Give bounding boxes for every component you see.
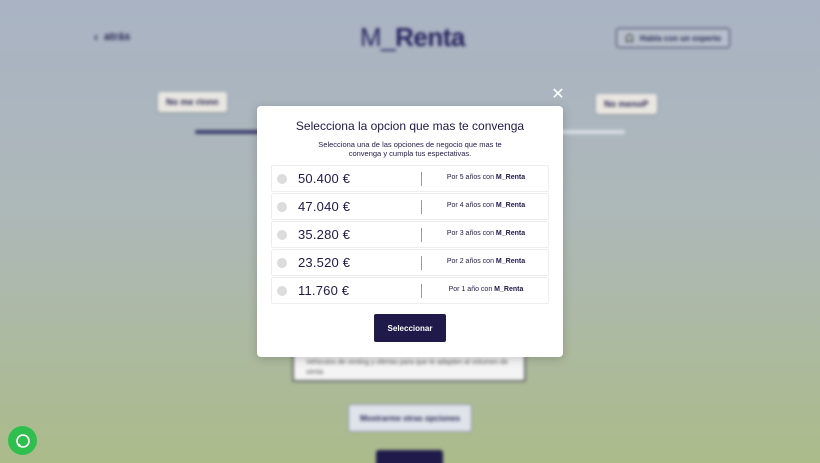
modal-title: Selecciona la opcion que mas te convenga [295,119,525,133]
radio-button[interactable] [277,258,287,268]
options-list: 50.400 € Por 5 años con M_Renta 47.040 €… [271,165,549,305]
radio-button[interactable] [277,230,287,240]
option-term: Por 4 años con M_Renta [422,202,550,209]
radio-button[interactable] [277,202,287,212]
option-price: 50.400 € [298,171,351,186]
option-term: Por 2 años con M_Renta [422,258,550,265]
option-term: Por 1 año con M_Renta [422,286,550,293]
option-term: Por 3 años con M_Renta [422,230,550,237]
radio-button[interactable] [277,174,287,184]
option-term: Por 5 años con M_Renta [422,174,550,181]
option-price: 23.520 € [298,255,351,270]
select-button[interactable]: Seleccionar [374,314,446,342]
option-term-text: Por 4 años con [446,202,494,209]
option-price: 11.760 € [298,283,350,298]
option-row[interactable]: 23.520 € Por 2 años con M_Renta [271,249,549,276]
option-brand: M_Renta [495,230,526,237]
next-button[interactable] [376,450,443,463]
option-brand: M_Renta [494,286,524,293]
more-options-button[interactable]: Mostrarme otras opciones [348,404,472,432]
logo-prefix: M [360,22,382,52]
option-term-text: Por 2 años con [446,258,494,265]
modal-subtitle: Selecciona una de las opciones de negoci… [318,140,502,158]
option-price: 47.040 € [298,199,351,214]
chevron-left-icon: ‹ [94,30,98,44]
progress-fill [195,130,265,134]
support-label: Habla con un experto [639,33,722,43]
headset-icon: 🎧 [624,33,635,43]
option-term-text: Por 5 años con [446,174,494,181]
option-brand: M_Renta [495,258,526,265]
close-icon[interactable]: ✕ [550,87,566,103]
option-price: 35.280 € [298,227,351,242]
option-term-text: Por 3 años con [446,230,494,237]
option-term-text: Por 1 año con [448,286,493,293]
option-row[interactable]: 35.280 € Por 3 años con M_Renta [271,221,549,248]
step-pill-left: No me rinnn [158,92,227,112]
back-link[interactable]: ‹ atrás [94,30,130,44]
whatsapp-icon [15,433,30,448]
logo-name: Renta [395,22,465,52]
support-button[interactable]: 🎧 Habla con un experto [616,28,730,48]
option-brand: M_Renta [495,202,526,209]
whatsapp-button[interactable] [8,426,37,455]
option-row[interactable]: 50.400 € Por 5 años con M_Renta [271,165,549,192]
logo: M_Renta [360,22,465,52]
option-modal: Selecciona la opcion que mas te convenga… [257,106,563,357]
option-brand: M_Renta [495,174,526,181]
radio-button[interactable] [277,286,287,296]
option-row[interactable]: 47.040 € Por 4 años con M_Renta [271,193,549,220]
option-row[interactable]: 11.760 € Por 1 año con M_Renta [271,277,549,304]
step-pill-right: No menoP [596,94,657,114]
back-label: atrás [104,31,131,43]
